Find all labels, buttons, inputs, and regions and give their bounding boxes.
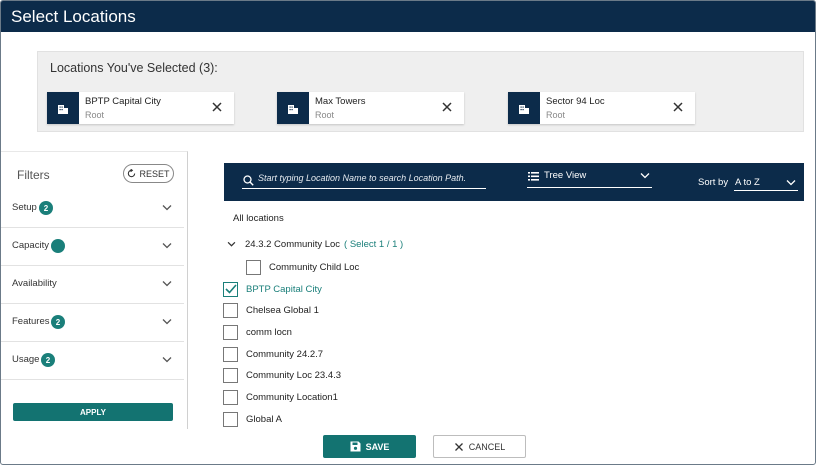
building-icon bbox=[47, 92, 79, 124]
select-locations-dialog: Select Locations Locations You've Select… bbox=[0, 0, 816, 465]
close-icon bbox=[454, 442, 463, 451]
filter-label: Capacity bbox=[12, 240, 49, 251]
chevron-down-icon bbox=[162, 319, 172, 325]
cancel-button[interactable]: CANCEL bbox=[433, 435, 526, 458]
apply-button[interactable]: APPLY bbox=[13, 403, 173, 421]
selected-locations-panel: Locations You've Selected (3): BPTP Capi… bbox=[37, 51, 804, 132]
tree-item-label: Community 24.2.7 bbox=[246, 348, 324, 360]
list-icon bbox=[528, 172, 539, 181]
filter-label: Features bbox=[12, 316, 50, 327]
filter-count-badge: 2 bbox=[41, 353, 55, 367]
tree-item[interactable]: Community 24.2.7 bbox=[223, 346, 323, 362]
selected-locations-title: Locations You've Selected (3): bbox=[50, 61, 218, 75]
filter-label: Availability bbox=[12, 278, 57, 289]
save-icon bbox=[350, 441, 361, 452]
tree-item-label: BPTP Capital City bbox=[246, 283, 322, 295]
reset-icon bbox=[128, 169, 136, 178]
filter-count-badge: 2 bbox=[51, 315, 65, 329]
dialog-title: Select Locations bbox=[1, 1, 815, 32]
chevron-down-icon[interactable] bbox=[227, 241, 236, 247]
close-icon[interactable] bbox=[671, 100, 685, 114]
tree-item[interactable]: Community Child Loc bbox=[246, 259, 359, 275]
tree-item[interactable]: Chelsea Global 1 bbox=[223, 302, 319, 318]
chip-path: Root bbox=[85, 110, 105, 120]
sort-label: Sort by bbox=[698, 177, 729, 188]
tree-item[interactable]: Global A bbox=[223, 411, 282, 427]
selected-chip: Sector 94 Loc Root bbox=[508, 92, 695, 124]
filter-availability[interactable]: Availability bbox=[1, 266, 184, 304]
tree-item-label: Global A bbox=[246, 413, 282, 425]
close-icon[interactable] bbox=[210, 100, 224, 114]
save-label: SAVE bbox=[365, 441, 390, 452]
close-icon[interactable] bbox=[440, 100, 454, 114]
checkbox[interactable] bbox=[223, 346, 238, 362]
location-toolbar: Tree View Sort by A to Z bbox=[224, 163, 804, 201]
search-field bbox=[242, 171, 486, 189]
filter-count-badge bbox=[51, 239, 65, 253]
selected-chip: BPTP Capital City Root bbox=[47, 92, 234, 124]
search-icon bbox=[243, 175, 254, 186]
chip-name: BPTP Capital City bbox=[85, 96, 161, 107]
tree-item-label: comm locn bbox=[246, 326, 292, 338]
filter-count-badge: 2 bbox=[39, 201, 53, 215]
checkbox[interactable] bbox=[223, 411, 238, 427]
filter-capacity[interactable]: Capacity bbox=[1, 228, 184, 266]
chip-name: Sector 94 Loc bbox=[546, 96, 605, 107]
checkmark-icon bbox=[224, 284, 237, 294]
chevron-down-icon bbox=[786, 180, 796, 186]
filter-setup[interactable]: Setup 2 bbox=[1, 190, 184, 228]
filter-features[interactable]: Features 2 bbox=[1, 304, 184, 342]
chevron-down-icon bbox=[162, 281, 172, 287]
select-all-link[interactable]: ( Select 1 / 1 ) bbox=[344, 239, 403, 250]
search-input[interactable] bbox=[258, 173, 486, 183]
save-button[interactable]: SAVE bbox=[323, 435, 416, 458]
sort-value: A to Z bbox=[735, 177, 760, 188]
chevron-down-icon bbox=[162, 243, 172, 249]
view-select[interactable]: Tree View bbox=[527, 169, 652, 188]
tree-item[interactable]: Community Loc 23.4.3 bbox=[223, 367, 341, 383]
filter-label: Usage bbox=[12, 354, 40, 365]
all-locations-label: All locations bbox=[233, 213, 284, 224]
checkbox[interactable] bbox=[246, 259, 261, 275]
checkbox[interactable] bbox=[223, 389, 238, 405]
tree-group-label: 24.3.2 Community Loc bbox=[245, 238, 341, 250]
checkbox[interactable] bbox=[223, 302, 238, 318]
selected-chip: Max Towers Root bbox=[277, 92, 464, 124]
tree-item[interactable]: comm locn bbox=[223, 324, 292, 340]
chip-path: Root bbox=[546, 110, 566, 120]
reset-button[interactable]: RESET bbox=[123, 164, 174, 183]
checkbox-checked[interactable] bbox=[223, 281, 238, 297]
checkbox[interactable] bbox=[223, 367, 238, 383]
reset-label: RESET bbox=[139, 168, 170, 179]
checkbox[interactable] bbox=[223, 324, 238, 340]
cancel-label: CANCEL bbox=[468, 441, 506, 452]
chip-name: Max Towers bbox=[315, 96, 366, 107]
tree-group: 24.3.2 Community Loc ( Select 1 / 1 ) bbox=[227, 236, 403, 252]
filters-title: Filters bbox=[17, 168, 50, 182]
location-tree: All locations 24.3.2 Community Loc ( Sel… bbox=[223, 208, 783, 428]
building-icon bbox=[277, 92, 309, 124]
sort-select[interactable]: A to Z bbox=[734, 173, 798, 191]
tree-item-label: Community Location1 bbox=[246, 391, 338, 403]
tree-item[interactable]: BPTP Capital City bbox=[223, 281, 322, 297]
filters-panel: Filters RESET Setup 2 Capacity Availabil… bbox=[1, 151, 188, 429]
tree-item-label: Community Child Loc bbox=[269, 261, 360, 273]
tree-item-label: Community Loc 23.4.3 bbox=[246, 369, 342, 381]
chevron-down-icon bbox=[640, 173, 650, 179]
chevron-down-icon bbox=[162, 205, 172, 211]
tree-item-label: Chelsea Global 1 bbox=[246, 304, 319, 316]
tree-item[interactable]: Community Location1 bbox=[223, 389, 338, 405]
filter-label: Setup bbox=[12, 202, 37, 213]
view-value: Tree View bbox=[544, 170, 587, 181]
filter-usage[interactable]: Usage 2 bbox=[1, 342, 184, 380]
chip-path: Root bbox=[315, 110, 335, 120]
chevron-down-icon bbox=[162, 357, 172, 363]
building-icon bbox=[508, 92, 540, 124]
